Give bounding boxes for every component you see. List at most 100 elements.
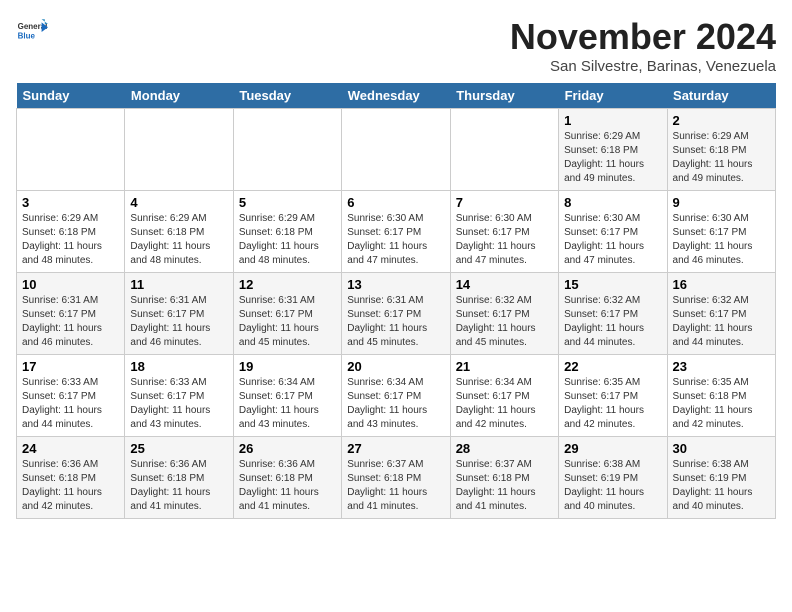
cell-content: Sunrise: 6:33 AM Sunset: 6:17 PM Dayligh… (130, 376, 227, 432)
day-number: 18 (130, 359, 227, 374)
calendar-cell: 28 Sunrise: 6:37 AM Sunset: 6:18 PM Dayli… (450, 437, 558, 519)
cell-content: Sunrise: 6:29 AM Sunset: 6:18 PM Dayligh… (673, 130, 770, 186)
day-number: 6 (347, 195, 444, 210)
weekday-header-thursday: Thursday (450, 83, 558, 109)
cell-content: Sunrise: 6:38 AM Sunset: 6:19 PM Dayligh… (673, 458, 770, 514)
cell-content: Sunrise: 6:36 AM Sunset: 6:18 PM Dayligh… (130, 458, 227, 514)
weekday-header-saturday: Saturday (667, 83, 775, 109)
week-row-4: 17 Sunrise: 6:33 AM Sunset: 6:17 PM Dayli… (17, 355, 776, 437)
cell-content: Sunrise: 6:33 AM Sunset: 6:17 PM Dayligh… (22, 376, 119, 432)
cell-content: Sunrise: 6:31 AM Sunset: 6:17 PM Dayligh… (347, 294, 444, 350)
cell-content: Sunrise: 6:34 AM Sunset: 6:17 PM Dayligh… (456, 376, 553, 432)
calendar-cell (17, 109, 125, 191)
calendar-cell: 10 Sunrise: 6:31 AM Sunset: 6:17 PM Dayli… (17, 273, 125, 355)
day-number: 21 (456, 359, 553, 374)
day-number: 22 (564, 359, 661, 374)
calendar-cell: 20 Sunrise: 6:34 AM Sunset: 6:17 PM Dayli… (342, 355, 450, 437)
location: San Silvestre, Barinas, Venezuela (510, 58, 776, 75)
cell-content: Sunrise: 6:31 AM Sunset: 6:17 PM Dayligh… (239, 294, 336, 350)
day-number: 19 (239, 359, 336, 374)
day-number: 17 (22, 359, 119, 374)
weekday-header-row: SundayMondayTuesdayWednesdayThursdayFrid… (17, 83, 776, 109)
calendar-cell (233, 109, 341, 191)
day-number: 20 (347, 359, 444, 374)
calendar-cell: 18 Sunrise: 6:33 AM Sunset: 6:17 PM Dayli… (125, 355, 233, 437)
calendar-cell: 19Sunrise: 6:34 AM Sunset: 6:17 PM Dayli… (233, 355, 341, 437)
cell-content: Sunrise: 6:31 AM Sunset: 6:17 PM Dayligh… (22, 294, 119, 350)
cell-content: Sunrise: 6:32 AM Sunset: 6:17 PM Dayligh… (456, 294, 553, 350)
cell-content: Sunrise: 6:34 AM Sunset: 6:17 PM Dayligh… (347, 376, 444, 432)
cell-content: Sunrise: 6:35 AM Sunset: 6:18 PM Dayligh… (673, 376, 770, 432)
calendar-cell (450, 109, 558, 191)
day-number: 26 (239, 441, 336, 456)
calendar-cell: 5Sunrise: 6:29 AM Sunset: 6:18 PM Daylig… (233, 191, 341, 273)
calendar-cell: 8 Sunrise: 6:30 AM Sunset: 6:17 PM Daylig… (559, 191, 667, 273)
calendar-cell: 16 Sunrise: 6:32 AM Sunset: 6:17 PM Dayli… (667, 273, 775, 355)
calendar-cell: 3 Sunrise: 6:29 AM Sunset: 6:18 PM Daylig… (17, 191, 125, 273)
calendar-cell: 2 Sunrise: 6:29 AM Sunset: 6:18 PM Daylig… (667, 109, 775, 191)
cell-content: Sunrise: 6:38 AM Sunset: 6:19 PM Dayligh… (564, 458, 661, 514)
day-number: 7 (456, 195, 553, 210)
day-number: 1 (564, 113, 661, 128)
cell-content: Sunrise: 6:36 AM Sunset: 6:18 PM Dayligh… (22, 458, 119, 514)
svg-text:Blue: Blue (18, 31, 36, 40)
cell-content: Sunrise: 6:30 AM Sunset: 6:17 PM Dayligh… (347, 212, 444, 268)
calendar-cell: 22 Sunrise: 6:35 AM Sunset: 6:17 PM Dayli… (559, 355, 667, 437)
day-number: 23 (673, 359, 770, 374)
month-title: November 2024 (510, 16, 776, 58)
day-number: 16 (673, 277, 770, 292)
calendar-cell: 27 Sunrise: 6:37 AM Sunset: 6:18 PM Dayli… (342, 437, 450, 519)
cell-content: Sunrise: 6:37 AM Sunset: 6:18 PM Dayligh… (347, 458, 444, 514)
cell-content: Sunrise: 6:30 AM Sunset: 6:17 PM Dayligh… (673, 212, 770, 268)
weekday-header-sunday: Sunday (17, 83, 125, 109)
day-number: 25 (130, 441, 227, 456)
header: General Blue November 2024 San Silvestre… (16, 16, 776, 75)
day-number: 14 (456, 277, 553, 292)
cell-content: Sunrise: 6:32 AM Sunset: 6:17 PM Dayligh… (673, 294, 770, 350)
day-number: 2 (673, 113, 770, 128)
day-number: 8 (564, 195, 661, 210)
calendar-cell: 17 Sunrise: 6:33 AM Sunset: 6:17 PM Dayli… (17, 355, 125, 437)
cell-content: Sunrise: 6:29 AM Sunset: 6:18 PM Dayligh… (130, 212, 227, 268)
day-number: 5 (239, 195, 336, 210)
weekday-header-friday: Friday (559, 83, 667, 109)
weekday-header-tuesday: Tuesday (233, 83, 341, 109)
day-number: 9 (673, 195, 770, 210)
calendar-cell: 30 Sunrise: 6:38 AM Sunset: 6:19 PM Dayli… (667, 437, 775, 519)
day-number: 30 (673, 441, 770, 456)
calendar-cell: 29Sunrise: 6:38 AM Sunset: 6:19 PM Dayli… (559, 437, 667, 519)
calendar-cell: 7 Sunrise: 6:30 AM Sunset: 6:17 PM Daylig… (450, 191, 558, 273)
calendar-table: SundayMondayTuesdayWednesdayThursdayFrid… (16, 83, 776, 519)
day-number: 10 (22, 277, 119, 292)
cell-content: Sunrise: 6:30 AM Sunset: 6:17 PM Dayligh… (564, 212, 661, 268)
day-number: 11 (130, 277, 227, 292)
calendar-cell: 9 Sunrise: 6:30 AM Sunset: 6:17 PM Daylig… (667, 191, 775, 273)
week-row-3: 10 Sunrise: 6:31 AM Sunset: 6:17 PM Dayli… (17, 273, 776, 355)
calendar-cell: 14 Sunrise: 6:32 AM Sunset: 6:17 PM Dayli… (450, 273, 558, 355)
cell-content: Sunrise: 6:29 AM Sunset: 6:18 PM Dayligh… (564, 130, 661, 186)
calendar-cell: 4 Sunrise: 6:29 AM Sunset: 6:18 PM Daylig… (125, 191, 233, 273)
calendar-cell: 15 Sunrise: 6:32 AM Sunset: 6:17 PM Dayli… (559, 273, 667, 355)
calendar-cell: 13Sunrise: 6:31 AM Sunset: 6:17 PM Dayli… (342, 273, 450, 355)
cell-content: Sunrise: 6:29 AM Sunset: 6:18 PM Dayligh… (22, 212, 119, 268)
calendar-cell: 11 Sunrise: 6:31 AM Sunset: 6:17 PM Dayli… (125, 273, 233, 355)
week-row-2: 3 Sunrise: 6:29 AM Sunset: 6:18 PM Daylig… (17, 191, 776, 273)
calendar-cell: 26 Sunrise: 6:36 AM Sunset: 6:18 PM Dayli… (233, 437, 341, 519)
cell-content: Sunrise: 6:30 AM Sunset: 6:17 PM Dayligh… (456, 212, 553, 268)
calendar-cell (342, 109, 450, 191)
day-number: 4 (130, 195, 227, 210)
week-row-5: 24Sunrise: 6:36 AM Sunset: 6:18 PM Dayli… (17, 437, 776, 519)
cell-content: Sunrise: 6:37 AM Sunset: 6:18 PM Dayligh… (456, 458, 553, 514)
day-number: 28 (456, 441, 553, 456)
day-number: 3 (22, 195, 119, 210)
calendar-cell: 23 Sunrise: 6:35 AM Sunset: 6:18 PM Dayli… (667, 355, 775, 437)
cell-content: Sunrise: 6:32 AM Sunset: 6:17 PM Dayligh… (564, 294, 661, 350)
day-number: 15 (564, 277, 661, 292)
cell-content: Sunrise: 6:31 AM Sunset: 6:17 PM Dayligh… (130, 294, 227, 350)
weekday-header-monday: Monday (125, 83, 233, 109)
cell-content: Sunrise: 6:36 AM Sunset: 6:18 PM Dayligh… (239, 458, 336, 514)
day-number: 27 (347, 441, 444, 456)
calendar-cell: 12Sunrise: 6:31 AM Sunset: 6:17 PM Dayli… (233, 273, 341, 355)
cell-content: Sunrise: 6:35 AM Sunset: 6:17 PM Dayligh… (564, 376, 661, 432)
week-row-1: 1 Sunrise: 6:29 AM Sunset: 6:18 PM Daylig… (17, 109, 776, 191)
